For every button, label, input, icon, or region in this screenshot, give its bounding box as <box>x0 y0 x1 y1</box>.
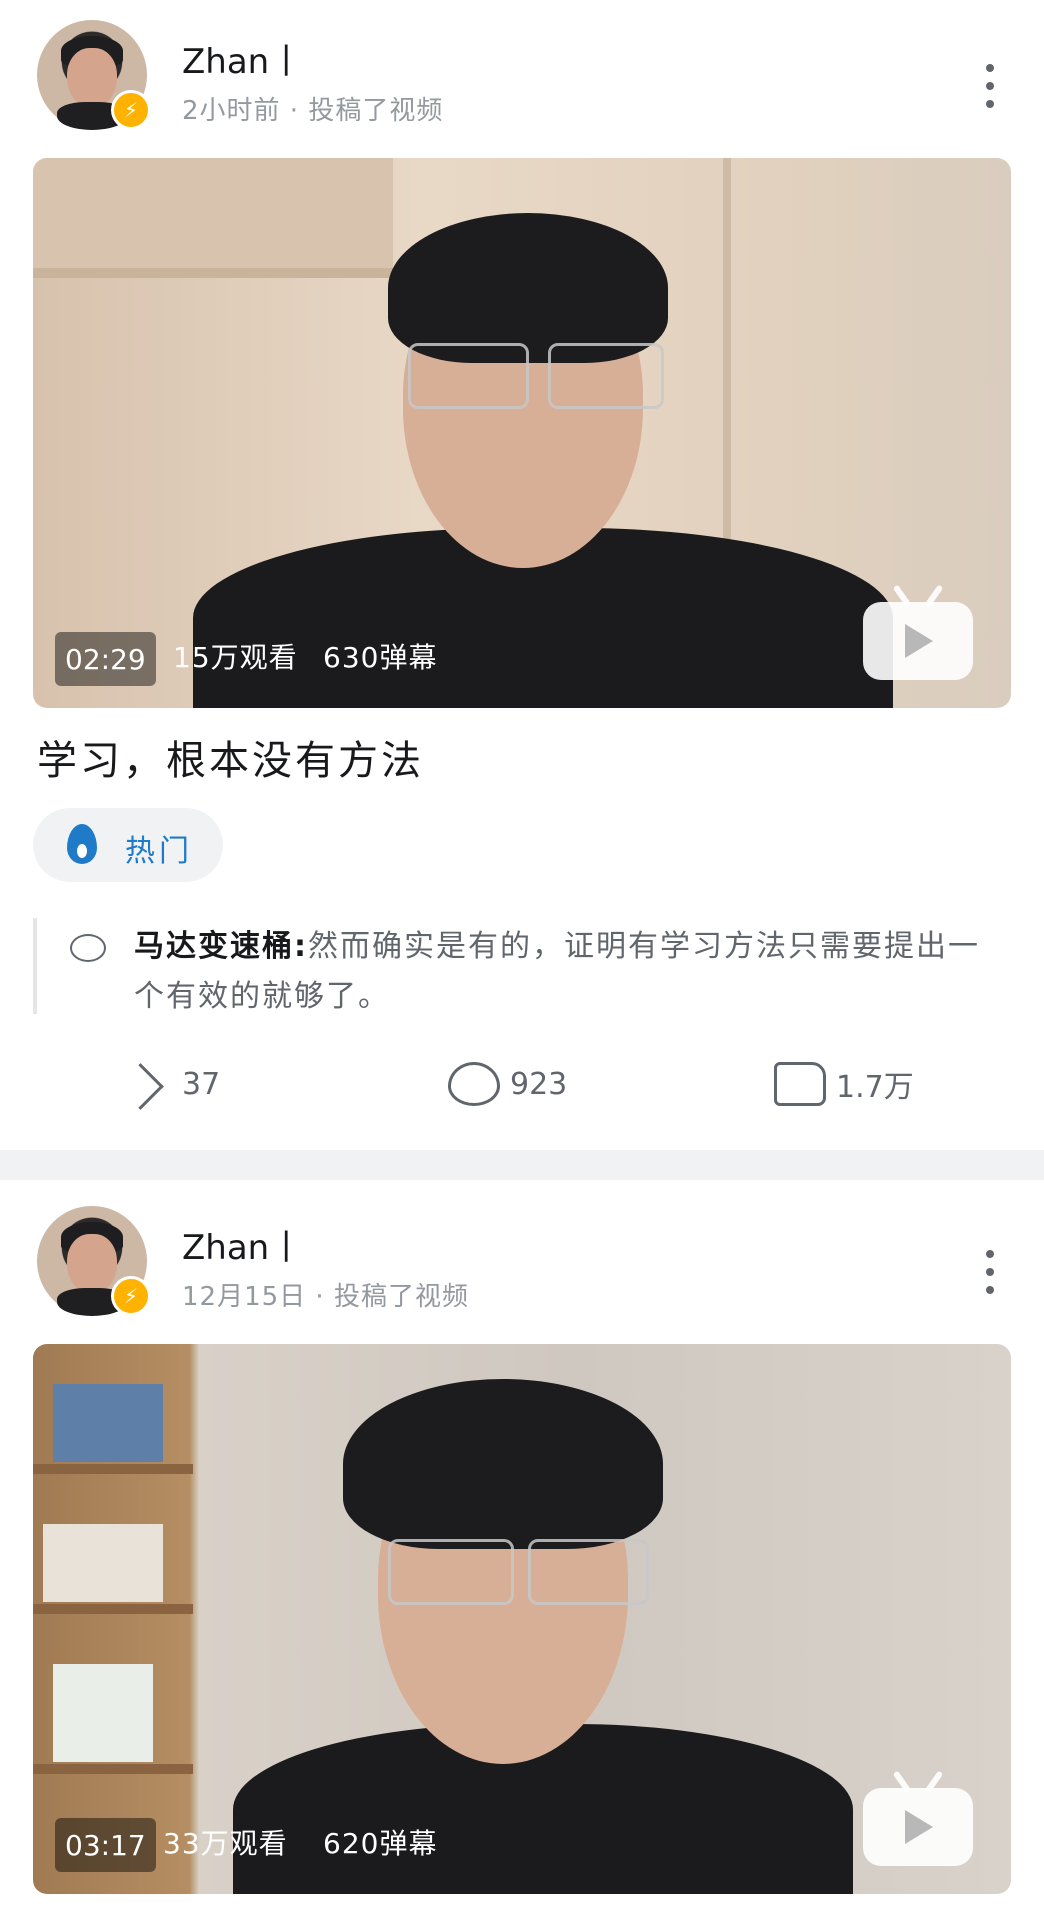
comment-count: 923 <box>510 1066 568 1102</box>
username[interactable]: Zhan丨 <box>182 34 303 83</box>
post-divider <box>0 1150 1044 1180</box>
avatar[interactable]: ⚡ <box>37 20 151 130</box>
view-count: 15万观看 <box>173 641 298 674</box>
reply-icon <box>448 1062 500 1106</box>
video-thumbnail[interactable]: 03:17 33万观看 620弹幕 <box>33 1344 1011 1894</box>
post-meta: 12月15日 · 投稿了视频 <box>182 1282 469 1312</box>
flame-icon <box>67 824 97 864</box>
comment-bubble-icon <box>70 934 106 962</box>
danmaku-count: 630弹幕 <box>323 641 438 674</box>
more-vertical-icon[interactable] <box>978 64 1002 108</box>
avatar[interactable]: ⚡ <box>37 1206 151 1316</box>
more-vertical-icon[interactable] <box>978 1250 1002 1294</box>
video-thumbnail[interactable]: 02:29 15万观看 630弹幕 <box>33 158 1011 708</box>
video-title[interactable]: 学习，根本没有方法 <box>37 728 424 786</box>
hot-tag-label: 热门 <box>125 834 193 869</box>
video-duration: 03:17 <box>55 1818 156 1872</box>
like-count: 1.7万 <box>836 1070 914 1105</box>
hot-tag[interactable]: 热门 <box>33 808 223 882</box>
like-button[interactable]: 1.7万 <box>774 1058 914 1110</box>
share-icon <box>120 1062 172 1106</box>
tv-play-icon <box>863 1788 973 1866</box>
comment-quote-bar <box>33 918 37 1014</box>
video-duration: 02:29 <box>55 632 156 686</box>
lightning-badge-icon: ⚡ <box>111 1276 151 1316</box>
share-button[interactable]: 37 <box>120 1058 220 1110</box>
view-count: 33万观看 <box>163 1827 288 1860</box>
comment-button[interactable]: 923 <box>448 1058 567 1110</box>
danmaku-count: 620弹幕 <box>323 1827 438 1860</box>
post-meta: 2小时前 · 投稿了视频 <box>182 96 444 126</box>
lightning-badge-icon: ⚡ <box>111 90 151 130</box>
top-comment[interactable]: 马达变速桶:然而确实是有的，证明有学习方法只需要提出一个有效的就够了。 <box>134 922 984 1022</box>
comment-author: 马达变速桶: <box>134 929 308 964</box>
share-count: 37 <box>182 1066 221 1102</box>
username[interactable]: Zhan丨 <box>182 1220 303 1269</box>
like-icon <box>774 1062 826 1106</box>
tv-play-icon <box>863 602 973 680</box>
